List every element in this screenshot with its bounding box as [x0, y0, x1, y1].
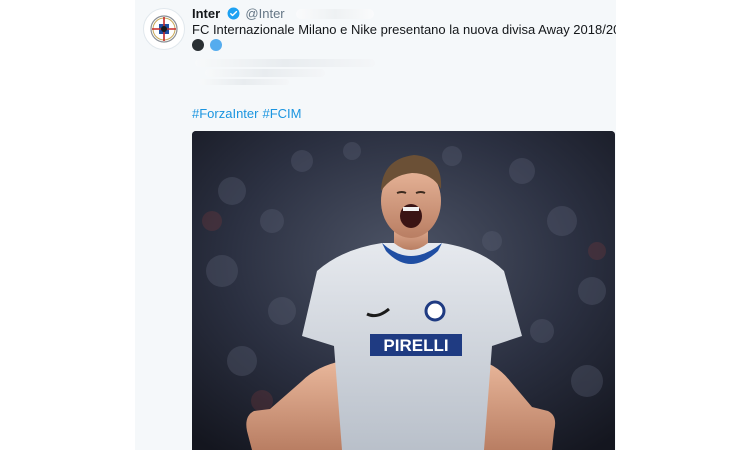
redacted-timestamp [296, 9, 375, 19]
tweet-card: Inter @Inter FC Internazionale Milano e … [135, 0, 659, 450]
hashtag-row: #ForzaInter #FCIM [192, 106, 305, 121]
tweet-header: Inter @Inter [192, 6, 375, 23]
verified-badge-icon [227, 7, 240, 23]
black-circle-icon [192, 39, 204, 51]
emoji-row [192, 38, 224, 52]
tweet-text-body: FC Internazionale Milano e Nike presenta… [192, 22, 635, 37]
display-name[interactable]: Inter [192, 6, 220, 21]
avatar[interactable] [143, 8, 185, 50]
page-margin-left [0, 0, 135, 450]
tweet-photo[interactable]: PIRELLI [192, 131, 615, 450]
blue-circle-icon [210, 39, 223, 51]
user-handle[interactable]: @Inter [245, 6, 284, 21]
inter-logo-icon [150, 15, 178, 43]
page-margin-right [616, 0, 750, 450]
tweet-body: Inter @Inter FC Internazionale Milano e … [135, 0, 659, 450]
hashtag-fcim[interactable]: #FCIM [262, 106, 301, 121]
hashtag-forzainter[interactable]: #ForzaInter [192, 106, 258, 121]
tweet-text: FC Internazionale Milano e Nike presenta… [192, 22, 659, 39]
redacted-text [195, 57, 385, 87]
jersey-sponsor-text: PIRELLI [383, 336, 448, 355]
player-photo-image: PIRELLI [192, 131, 615, 450]
